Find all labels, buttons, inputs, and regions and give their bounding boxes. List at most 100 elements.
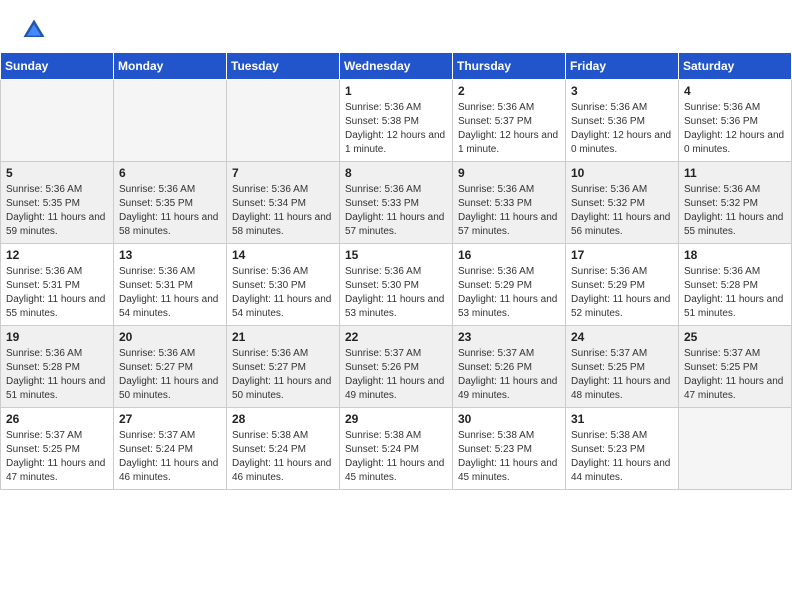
calendar-day-cell: 1 Sunrise: 5:36 AMSunset: 5:38 PMDaylight… (340, 80, 453, 162)
day-info: Sunrise: 5:37 AMSunset: 5:25 PMDaylight:… (571, 347, 673, 403)
calendar-day-cell: 2 Sunrise: 5:36 AMSunset: 5:37 PMDaylight… (453, 80, 566, 162)
day-number: 29 (345, 412, 447, 426)
calendar-week-row: 26Sunrise: 5:37 AMSunset: 5:25 PMDayligh… (1, 408, 792, 490)
day-number: 13 (119, 248, 221, 262)
day-info: Sunrise: 5:37 AMSunset: 5:26 PMDaylight:… (458, 347, 560, 403)
weekday-header: Tuesday (227, 53, 340, 80)
day-info: Sunrise: 5:36 AMSunset: 5:31 PMDaylight:… (6, 265, 108, 321)
day-number: 20 (119, 330, 221, 344)
day-number: 7 (232, 166, 334, 180)
day-info: Sunrise: 5:36 AMSunset: 5:37 PMDaylight:… (458, 101, 560, 157)
day-info: Sunrise: 5:36 AMSunset: 5:36 PMDaylight:… (571, 101, 673, 157)
calendar-day-cell: 27 Sunrise: 5:37 AMSunset: 5:24 PMDayligh… (114, 408, 227, 490)
day-info: Sunrise: 5:36 AMSunset: 5:36 PMDaylight:… (684, 101, 786, 157)
day-number: 10 (571, 166, 673, 180)
day-info: Sunrise: 5:36 AMSunset: 5:30 PMDaylight:… (345, 265, 447, 321)
day-number: 23 (458, 330, 560, 344)
calendar-day-cell: 16Sunrise: 5:36 AMSunset: 5:29 PMDayligh… (453, 244, 566, 326)
day-number: 31 (571, 412, 673, 426)
calendar-day-cell: 29 Sunrise: 5:38 AMSunset: 5:24 PMDayligh… (340, 408, 453, 490)
day-info: Sunrise: 5:36 AMSunset: 5:32 PMDaylight:… (571, 183, 673, 239)
calendar-day-cell (679, 408, 792, 490)
day-info: Sunrise: 5:38 AMSunset: 5:24 PMDaylight:… (345, 429, 447, 485)
calendar-day-cell: 24 Sunrise: 5:37 AMSunset: 5:25 PMDayligh… (566, 326, 679, 408)
calendar-day-cell: 7 Sunrise: 5:36 AMSunset: 5:34 PMDaylight… (227, 162, 340, 244)
calendar-day-cell: 14 Sunrise: 5:36 AMSunset: 5:30 PMDayligh… (227, 244, 340, 326)
calendar-day-cell: 3 Sunrise: 5:36 AMSunset: 5:36 PMDaylight… (566, 80, 679, 162)
day-info: Sunrise: 5:37 AMSunset: 5:25 PMDaylight:… (684, 347, 786, 403)
calendar-day-cell: 15 Sunrise: 5:36 AMSunset: 5:30 PMDayligh… (340, 244, 453, 326)
weekday-header: Sunday (1, 53, 114, 80)
logo (20, 16, 52, 44)
calendar-day-cell: 25 Sunrise: 5:37 AMSunset: 5:25 PMDayligh… (679, 326, 792, 408)
day-info: Sunrise: 5:36 AMSunset: 5:27 PMDaylight:… (232, 347, 334, 403)
weekday-header: Thursday (453, 53, 566, 80)
calendar-day-cell: 8 Sunrise: 5:36 AMSunset: 5:33 PMDaylight… (340, 162, 453, 244)
day-number: 30 (458, 412, 560, 426)
calendar-day-cell: 30 Sunrise: 5:38 AMSunset: 5:23 PMDayligh… (453, 408, 566, 490)
day-number: 27 (119, 412, 221, 426)
calendar-week-row: 1 Sunrise: 5:36 AMSunset: 5:38 PMDaylight… (1, 80, 792, 162)
day-number: 19 (6, 330, 108, 344)
calendar-day-cell: 28 Sunrise: 5:38 AMSunset: 5:24 PMDayligh… (227, 408, 340, 490)
day-number: 26 (6, 412, 108, 426)
calendar-day-cell: 10 Sunrise: 5:36 AMSunset: 5:32 PMDayligh… (566, 162, 679, 244)
day-number: 9 (458, 166, 560, 180)
calendar-day-cell: 23 Sunrise: 5:37 AMSunset: 5:26 PMDayligh… (453, 326, 566, 408)
day-number: 16 (458, 248, 560, 262)
day-number: 2 (458, 84, 560, 98)
header (0, 0, 792, 52)
calendar-day-cell: 13 Sunrise: 5:36 AMSunset: 5:31 PMDayligh… (114, 244, 227, 326)
day-info: Sunrise: 5:37 AMSunset: 5:24 PMDaylight:… (119, 429, 221, 485)
day-number: 3 (571, 84, 673, 98)
calendar-day-cell: 22Sunrise: 5:37 AMSunset: 5:26 PMDayligh… (340, 326, 453, 408)
day-number: 25 (684, 330, 786, 344)
calendar-day-cell: 19Sunrise: 5:36 AMSunset: 5:28 PMDayligh… (1, 326, 114, 408)
day-info: Sunrise: 5:36 AMSunset: 5:32 PMDaylight:… (684, 183, 786, 239)
day-info: Sunrise: 5:38 AMSunset: 5:24 PMDaylight:… (232, 429, 334, 485)
calendar-day-cell: 17 Sunrise: 5:36 AMSunset: 5:29 PMDayligh… (566, 244, 679, 326)
weekday-header: Monday (114, 53, 227, 80)
day-info: Sunrise: 5:37 AMSunset: 5:26 PMDaylight:… (345, 347, 447, 403)
day-number: 5 (6, 166, 108, 180)
day-info: Sunrise: 5:36 AMSunset: 5:33 PMDaylight:… (345, 183, 447, 239)
day-info: Sunrise: 5:36 AMSunset: 5:31 PMDaylight:… (119, 265, 221, 321)
day-number: 15 (345, 248, 447, 262)
day-info: Sunrise: 5:36 AMSunset: 5:30 PMDaylight:… (232, 265, 334, 321)
weekday-header: Saturday (679, 53, 792, 80)
day-info: Sunrise: 5:36 AMSunset: 5:38 PMDaylight:… (345, 101, 447, 157)
day-number: 1 (345, 84, 447, 98)
day-info: Sunrise: 5:38 AMSunset: 5:23 PMDaylight:… (458, 429, 560, 485)
calendar-header-row: SundayMondayTuesdayWednesdayThursdayFrid… (1, 53, 792, 80)
day-info: Sunrise: 5:36 AMSunset: 5:27 PMDaylight:… (119, 347, 221, 403)
day-number: 17 (571, 248, 673, 262)
calendar-week-row: 12 Sunrise: 5:36 AMSunset: 5:31 PMDayligh… (1, 244, 792, 326)
day-info: Sunrise: 5:36 AMSunset: 5:34 PMDaylight:… (232, 183, 334, 239)
day-number: 6 (119, 166, 221, 180)
calendar-week-row: 19Sunrise: 5:36 AMSunset: 5:28 PMDayligh… (1, 326, 792, 408)
day-info: Sunrise: 5:36 AMSunset: 5:35 PMDaylight:… (119, 183, 221, 239)
day-number: 11 (684, 166, 786, 180)
day-number: 28 (232, 412, 334, 426)
calendar-day-cell: 20 Sunrise: 5:36 AMSunset: 5:27 PMDayligh… (114, 326, 227, 408)
day-number: 14 (232, 248, 334, 262)
day-info: Sunrise: 5:36 AMSunset: 5:33 PMDaylight:… (458, 183, 560, 239)
calendar-day-cell: 11 Sunrise: 5:36 AMSunset: 5:32 PMDayligh… (679, 162, 792, 244)
day-info: Sunrise: 5:36 AMSunset: 5:28 PMDaylight:… (684, 265, 786, 321)
logo-icon (20, 16, 48, 44)
calendar-day-cell: 6 Sunrise: 5:36 AMSunset: 5:35 PMDaylight… (114, 162, 227, 244)
page-container: SundayMondayTuesdayWednesdayThursdayFrid… (0, 0, 792, 490)
day-number: 4 (684, 84, 786, 98)
calendar-week-row: 5 Sunrise: 5:36 AMSunset: 5:35 PMDaylight… (1, 162, 792, 244)
day-number: 21 (232, 330, 334, 344)
calendar-day-cell: 18Sunrise: 5:36 AMSunset: 5:28 PMDayligh… (679, 244, 792, 326)
day-info: Sunrise: 5:36 AMSunset: 5:29 PMDaylight:… (571, 265, 673, 321)
calendar-day-cell: 5 Sunrise: 5:36 AMSunset: 5:35 PMDaylight… (1, 162, 114, 244)
day-number: 12 (6, 248, 108, 262)
weekday-header: Friday (566, 53, 679, 80)
calendar-day-cell: 9 Sunrise: 5:36 AMSunset: 5:33 PMDaylight… (453, 162, 566, 244)
day-number: 24 (571, 330, 673, 344)
calendar-day-cell: 31Sunrise: 5:38 AMSunset: 5:23 PMDayligh… (566, 408, 679, 490)
day-info: Sunrise: 5:36 AMSunset: 5:35 PMDaylight:… (6, 183, 108, 239)
day-number: 8 (345, 166, 447, 180)
